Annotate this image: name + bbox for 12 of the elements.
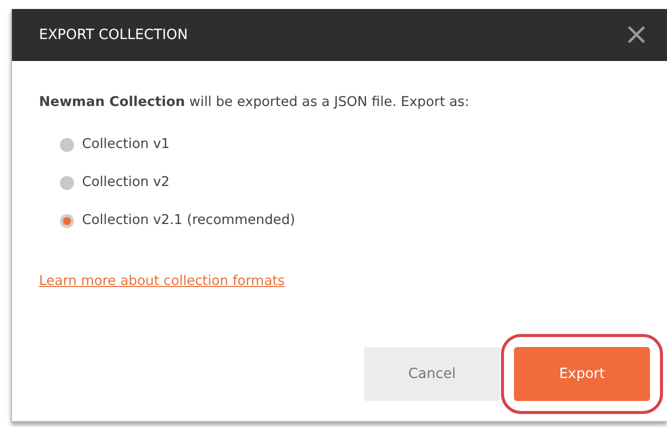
radio-button[interactable] xyxy=(60,176,74,190)
option-label: Collection v2 xyxy=(82,173,170,192)
option-label: Collection v1 xyxy=(82,135,170,154)
close-button[interactable]: × xyxy=(624,20,649,50)
radio-button[interactable] xyxy=(60,214,74,228)
export-button[interactable]: Export xyxy=(514,347,650,402)
dialog-title: EXPORT COLLECTION xyxy=(39,26,188,44)
collection-formats-link[interactable]: Learn more about collection formats xyxy=(39,271,285,292)
option-label: Collection v2.1 (recommended) xyxy=(82,211,296,230)
export-message: Newman Collection will be exported as a JSON file. Export as: xyxy=(39,93,470,112)
radio-button[interactable] xyxy=(60,138,74,152)
cancel-button[interactable]: Cancel xyxy=(364,347,500,402)
